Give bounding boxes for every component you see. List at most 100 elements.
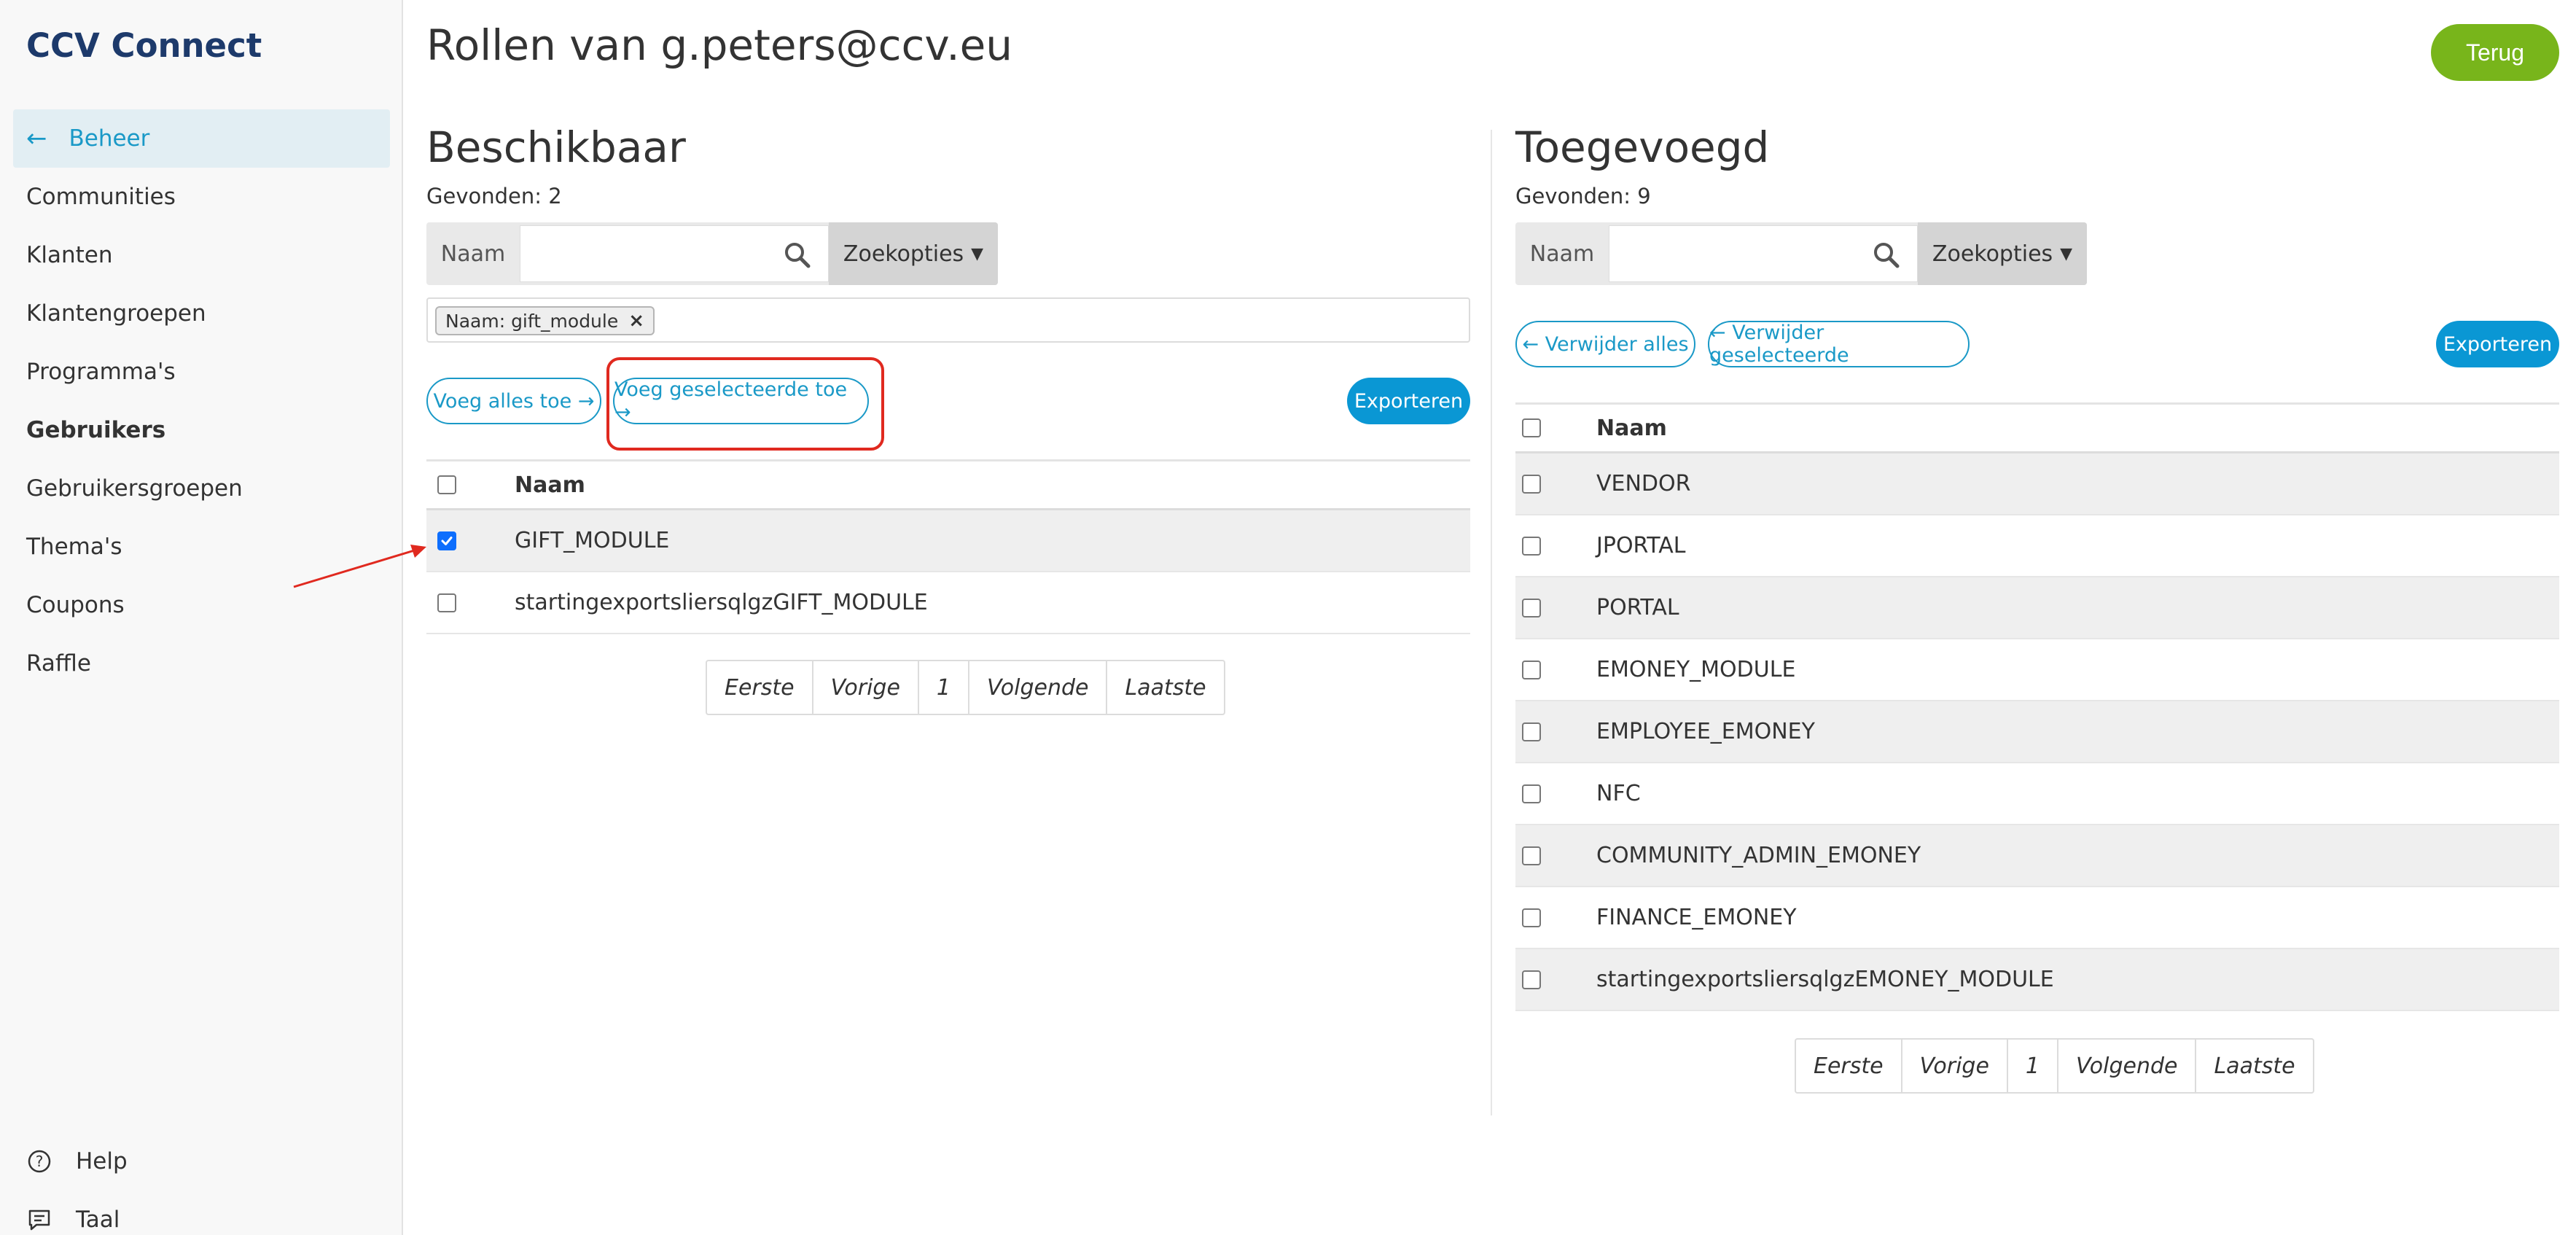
available-table: Naam GIFT_MODULE startingexportsliersqlg…: [426, 459, 1470, 634]
pager-last[interactable]: Laatste: [1107, 661, 1223, 714]
pager-next[interactable]: Volgende: [969, 661, 1108, 714]
add-all-button[interactable]: Voeg alles toe →: [426, 378, 601, 424]
row-name: PORTAL: [1596, 595, 1679, 620]
row-name: JPORTAL: [1596, 533, 1686, 558]
available-pagination: Eerste Vorige 1 Volgende Laatste: [706, 660, 1225, 715]
panel-divider: [1491, 130, 1492, 1115]
table-row[interactable]: startingexportsliersqlgzEMONEY_MODULE: [1515, 949, 2559, 1011]
row-checkbox-cell: [1517, 598, 1546, 618]
brand-logo[interactable]: CCV Connect: [26, 26, 262, 65]
row-checkbox-cell: [1517, 784, 1546, 803]
row-checkbox[interactable]: [1522, 846, 1541, 865]
row-name: NFC: [1596, 781, 1641, 806]
row-checkbox[interactable]: [1522, 970, 1541, 989]
back-button[interactable]: Terug: [2431, 24, 2559, 81]
remove-all-button[interactable]: ← Verwijder alles: [1515, 321, 1695, 367]
sidebar-item-help[interactable]: ? Help: [26, 1148, 391, 1174]
row-name: GIFT_MODULE: [515, 528, 670, 553]
row-name: EMONEY_MODULE: [1596, 657, 1796, 682]
close-icon[interactable]: ×: [628, 310, 644, 332]
sidebar-item-beheer[interactable]: ← Beheer: [13, 109, 390, 168]
row-checkbox-cell: [1517, 660, 1546, 679]
row-name: COMMUNITY_ADMIN_EMONEY: [1596, 843, 1921, 868]
pager-prev[interactable]: Vorige: [813, 661, 919, 714]
pager-next[interactable]: Volgende: [2058, 1040, 2197, 1092]
available-search-label: Naam: [440, 241, 506, 267]
added-export-button[interactable]: Exporteren: [2436, 321, 2559, 367]
row-checkbox[interactable]: [437, 593, 456, 612]
select-all-cell: [432, 475, 461, 494]
table-row[interactable]: FINANCE_EMONEY: [1515, 887, 2559, 949]
arrow-left-icon: ←: [26, 124, 47, 153]
pager-page-1[interactable]: 1: [2008, 1040, 2058, 1092]
sidebar: CCV Connect ← Beheer Communities Klanten…: [0, 0, 403, 1235]
column-header-naam[interactable]: Naam: [515, 472, 585, 498]
search-icon[interactable]: [783, 241, 812, 270]
select-all-cell: [1517, 418, 1546, 437]
row-checkbox[interactable]: [1522, 474, 1541, 494]
row-checkbox-cell: [1517, 908, 1546, 927]
row-checkbox[interactable]: [1522, 536, 1541, 556]
sidebar-item-programmas[interactable]: Programma's: [0, 343, 403, 401]
available-export-button[interactable]: Exporteren: [1347, 378, 1470, 424]
row-checkbox[interactable]: [1522, 784, 1541, 803]
row-checkbox[interactable]: [1522, 660, 1541, 679]
added-search-options-button[interactable]: Zoekopties ▼: [1918, 222, 2087, 285]
row-checkbox-cell: [432, 531, 461, 550]
available-filter-box[interactable]: Naam: gift_module ×: [426, 297, 1470, 343]
row-name: EMPLOYEE_EMONEY: [1596, 719, 1815, 744]
search-options-label: Zoekopties: [843, 241, 964, 267]
pager-prev[interactable]: Vorige: [1902, 1040, 2008, 1092]
row-checkbox[interactable]: [1522, 722, 1541, 741]
sidebar-item-communities[interactable]: Communities: [0, 168, 403, 226]
row-checkbox-cell: [1517, 474, 1546, 494]
table-header: Naam: [1515, 402, 2559, 453]
table-row[interactable]: EMONEY_MODULE: [1515, 639, 2559, 701]
sidebar-item-taal[interactable]: Taal: [26, 1207, 391, 1233]
row-name: VENDOR: [1596, 471, 1691, 496]
available-search-group: Naam Zoekopties ▼: [426, 222, 998, 285]
remove-selected-button[interactable]: ← Verwijder geselecteerde: [1708, 321, 1970, 367]
sidebar-item-klanten[interactable]: Klanten: [0, 226, 403, 284]
table-row[interactable]: PORTAL: [1515, 577, 2559, 639]
pager-last[interactable]: Laatste: [2196, 1040, 2312, 1092]
sidebar-item-gebruikers[interactable]: Gebruikers: [0, 401, 403, 459]
table-row[interactable]: VENDOR: [1515, 453, 2559, 515]
table-header: Naam: [426, 459, 1470, 510]
added-rows: VENDOR JPORTAL PORTAL EMONEY_MODULE EMPLOYEE…: [1515, 453, 2559, 1011]
row-checkbox[interactable]: [1522, 908, 1541, 927]
row-name: startingexportsliersqlgzGIFT_MODULE: [515, 590, 928, 615]
row-checkbox[interactable]: [437, 531, 456, 550]
select-all-checkbox[interactable]: [1522, 418, 1541, 437]
select-all-checkbox[interactable]: [437, 475, 456, 494]
sidebar-item-raffle[interactable]: Raffle: [0, 634, 403, 693]
available-search-input[interactable]: [520, 226, 828, 281]
available-count: Gevonden: 2: [426, 184, 562, 209]
row-name: FINANCE_EMONEY: [1596, 905, 1797, 930]
pager-first[interactable]: Eerste: [707, 661, 813, 714]
table-row[interactable]: startingexportsliersqlgzGIFT_MODULE: [426, 572, 1470, 634]
sidebar-item-klantengroepen[interactable]: Klantengroepen: [0, 284, 403, 343]
column-header-naam[interactable]: Naam: [1596, 416, 1667, 441]
row-checkbox[interactable]: [1522, 598, 1541, 618]
caret-down-icon: ▼: [971, 244, 984, 263]
table-row[interactable]: GIFT_MODULE: [426, 510, 1470, 572]
help-label: Help: [76, 1148, 128, 1174]
available-search-options-button[interactable]: Zoekopties ▼: [829, 222, 998, 285]
added-pagination: Eerste Vorige 1 Volgende Laatste: [1795, 1038, 2314, 1094]
pager-page-1[interactable]: 1: [919, 661, 969, 714]
pager-first[interactable]: Eerste: [1796, 1040, 1902, 1092]
added-search-input[interactable]: [1609, 226, 1917, 281]
caret-down-icon: ▼: [2060, 244, 2073, 263]
added-search-label: Naam: [1529, 241, 1595, 267]
table-row[interactable]: NFC: [1515, 763, 2559, 825]
table-row[interactable]: JPORTAL: [1515, 515, 2559, 577]
search-icon[interactable]: [1872, 241, 1901, 270]
available-search-wrap: [520, 225, 829, 282]
available-title: Beschikbaar: [426, 122, 686, 172]
chat-icon: [26, 1207, 52, 1233]
table-row[interactable]: COMMUNITY_ADMIN_EMONEY: [1515, 825, 2559, 887]
taal-label: Taal: [76, 1207, 120, 1233]
sidebar-item-gebruikersgroepen[interactable]: Gebruikersgroepen: [0, 459, 403, 518]
table-row[interactable]: EMPLOYEE_EMONEY: [1515, 701, 2559, 763]
